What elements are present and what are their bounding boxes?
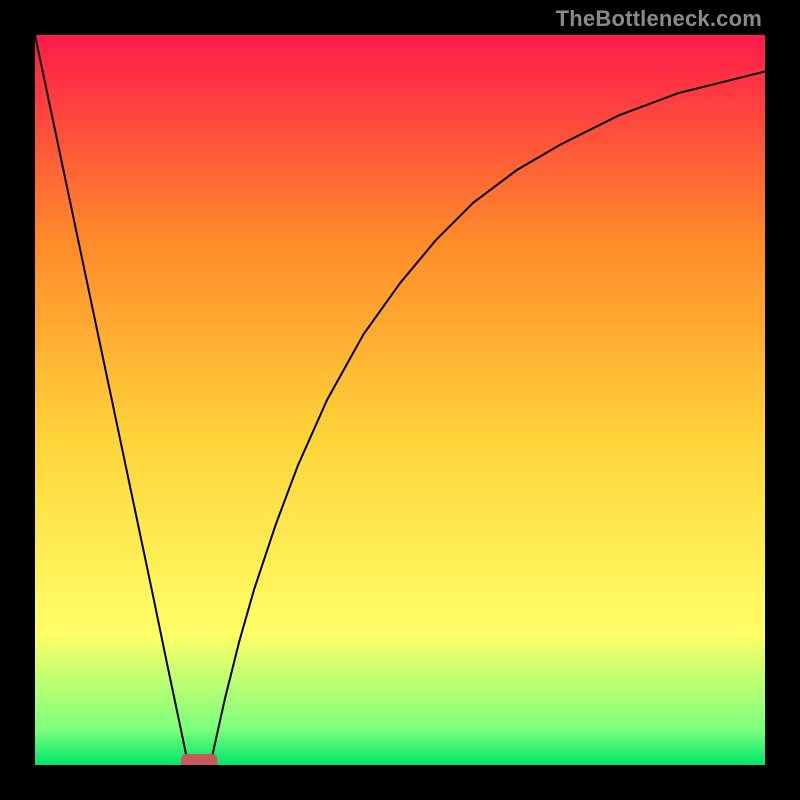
chart-frame: TheBottleneck.com: [0, 0, 800, 800]
minimum-marker: [181, 754, 218, 765]
gradient-background: [35, 35, 765, 765]
plot-area: [35, 35, 765, 765]
watermark-label: TheBottleneck.com: [556, 6, 762, 32]
chart-svg: [35, 35, 765, 765]
